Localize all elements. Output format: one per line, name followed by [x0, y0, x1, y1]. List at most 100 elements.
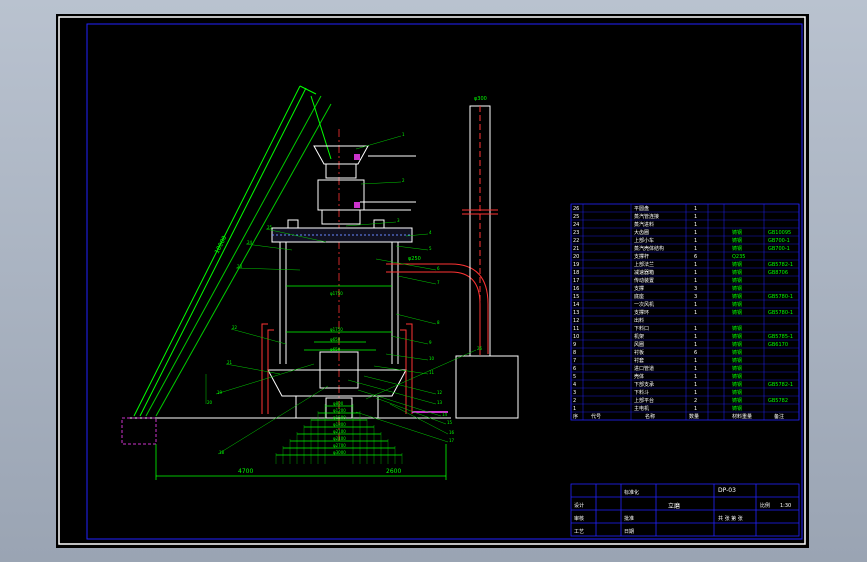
parts-table-cell: 铸钢 — [732, 285, 742, 292]
cad-canvas[interactable]: 10000 φ800 φ1200 φ1500 φ1800 φ2100 φ2400… — [56, 14, 809, 548]
parts-table-cell: 24 — [573, 222, 579, 228]
parts-table-cell: 2 — [694, 398, 697, 404]
parts-table-cell: 上部平台 — [634, 397, 654, 404]
parts-table-cell: 蒸汽壳体结构 — [634, 245, 664, 252]
parts-table-cell: 23 — [573, 230, 579, 236]
parts-table-cell: 一次风机 — [634, 301, 654, 308]
parts-table-cell: 铸钢 — [732, 325, 742, 332]
leader-number: 13 — [437, 400, 443, 405]
parts-table-cell: 17 — [573, 278, 579, 284]
valve-marker-1 — [354, 154, 360, 160]
leader-number: 19 — [217, 390, 223, 395]
leader-number: 18 — [219, 450, 225, 455]
parts-table-cell: 传动装置 — [634, 277, 654, 284]
parts-table-frame — [570, 203, 800, 421]
leader-number: 7 — [437, 280, 440, 285]
parts-table-cell: GB5782-1 — [768, 262, 793, 268]
leader-line — [389, 403, 449, 435]
parts-table-cell: 出料 — [634, 317, 644, 324]
leader-number: 24 — [247, 240, 253, 245]
inner-dim-label: φ1750 — [330, 291, 343, 296]
parts-table-cell: 风圈 — [634, 342, 644, 348]
leader-number: 16 — [449, 430, 455, 435]
drawing-svg: 10000 φ800φ1200φ1500φ1800φ2100φ2400φ2700… — [58, 16, 806, 545]
scale-value: 1:30 — [780, 503, 791, 509]
valve-marker-2 — [354, 202, 360, 208]
parts-table-cell: 1 — [694, 278, 697, 284]
parts-table-cell: 进口管道 — [634, 365, 654, 372]
parts-table-header: 数量 — [689, 413, 699, 420]
lower-dim-label: φ1500 — [333, 415, 346, 420]
leader-line — [397, 275, 437, 285]
parts-list-table: 26 平圆盘 125 蒸汽管连接 124 蒸汽进料 123 大齿圈 1 铸钢 GB1009522 上部… — [570, 203, 800, 421]
parts-table-cell: 铸钢 — [732, 269, 742, 276]
parts-table-cell: GB700-1 — [768, 246, 790, 252]
parts-table-cell: 1 — [694, 342, 697, 348]
base-right-dim: 2600 — [386, 468, 401, 475]
parts-table-cell: 铸钢 — [732, 365, 742, 372]
leader-number: 10 — [429, 356, 435, 361]
parts-table-header: 重量 — [742, 413, 752, 420]
parts-table-cell: 铸钢 — [732, 381, 742, 388]
parts-table-cell: 铸钢 — [732, 229, 742, 236]
parts-table-cell: 16 — [573, 286, 579, 292]
leader-number: 17 — [449, 438, 455, 443]
lower-dim-label: φ3000 — [333, 450, 346, 455]
check-label: 审核 — [574, 515, 584, 522]
leader-number: 15 — [447, 420, 453, 425]
scale-label: 比例 — [760, 502, 770, 509]
inner-dim-label: φ1750 — [330, 327, 343, 332]
leader-line — [355, 135, 402, 150]
parts-table-cell: 铸钢 — [732, 349, 742, 356]
parts-table-cell: 14 — [573, 302, 579, 308]
parts-table-cell: 3 — [573, 390, 576, 396]
leader-line — [235, 267, 301, 271]
parts-table-cell: 支撑杆 — [634, 253, 649, 260]
parts-table-cell: 1 — [694, 390, 697, 396]
foundation-marker — [121, 417, 157, 445]
leader-number: 12 — [437, 390, 443, 395]
leader-line — [395, 245, 429, 251]
leader-line — [365, 349, 477, 400]
parts-table-cell: 下部支承 — [634, 381, 654, 388]
parts-table-cell: 1 — [694, 358, 697, 364]
parts-table-cell: 1 — [694, 366, 697, 372]
leader-number: 14 — [442, 412, 448, 417]
inner-dim-label: φ650 — [330, 337, 341, 342]
leader-number: 1 — [402, 132, 405, 137]
parts-table-cell: 7 — [573, 358, 576, 364]
parts-table-header: 序 — [573, 413, 578, 420]
leader-number: 3 — [397, 218, 400, 223]
sheet-count: 共 张 第 张 — [718, 515, 743, 522]
leader-number: 26 — [477, 346, 483, 351]
parts-table-header: 材料 — [732, 413, 742, 420]
leader-number: 21 — [227, 360, 233, 365]
parts-table-cell: GB5780-1 — [768, 310, 793, 316]
parts-table-cell: 22 — [573, 238, 579, 244]
parts-table-cell: 1 — [694, 382, 697, 388]
parts-table-cell: 铸钢 — [732, 261, 742, 268]
parts-table-cell: 4 — [573, 382, 576, 388]
parts-table-cell: 大齿圈 — [634, 229, 649, 236]
parts-table-cell: 25 — [573, 214, 579, 220]
leader-number: 6 — [437, 266, 440, 271]
parts-table-header: 备注 — [774, 413, 784, 420]
parts-table-cell: 1 — [694, 222, 697, 228]
lower-dim-label: φ800 — [333, 401, 344, 406]
parts-table-cell: 1 — [694, 246, 697, 252]
leader-number: 5 — [429, 246, 432, 251]
parts-table-cell: 10 — [573, 334, 579, 340]
parts-table-cell: 1 — [694, 214, 697, 220]
parts-table-cell: 26 — [573, 206, 579, 212]
parts-table-cell: GB5785-1 — [768, 334, 793, 340]
base-left-dim: 4700 — [238, 468, 253, 475]
parts-table-cell: 1 — [694, 374, 697, 380]
leader-line — [360, 181, 402, 185]
parts-table-cell: 1 — [694, 310, 697, 316]
lower-dim-label: φ1800 — [333, 422, 346, 427]
lower-dim-label: φ1200 — [333, 408, 346, 413]
standard-label: 标准化 — [624, 489, 639, 496]
parts-table-cell: 机架 — [634, 333, 644, 340]
date-label: 日期 — [624, 529, 634, 535]
parts-table-cell: 下料斗 — [634, 389, 649, 396]
